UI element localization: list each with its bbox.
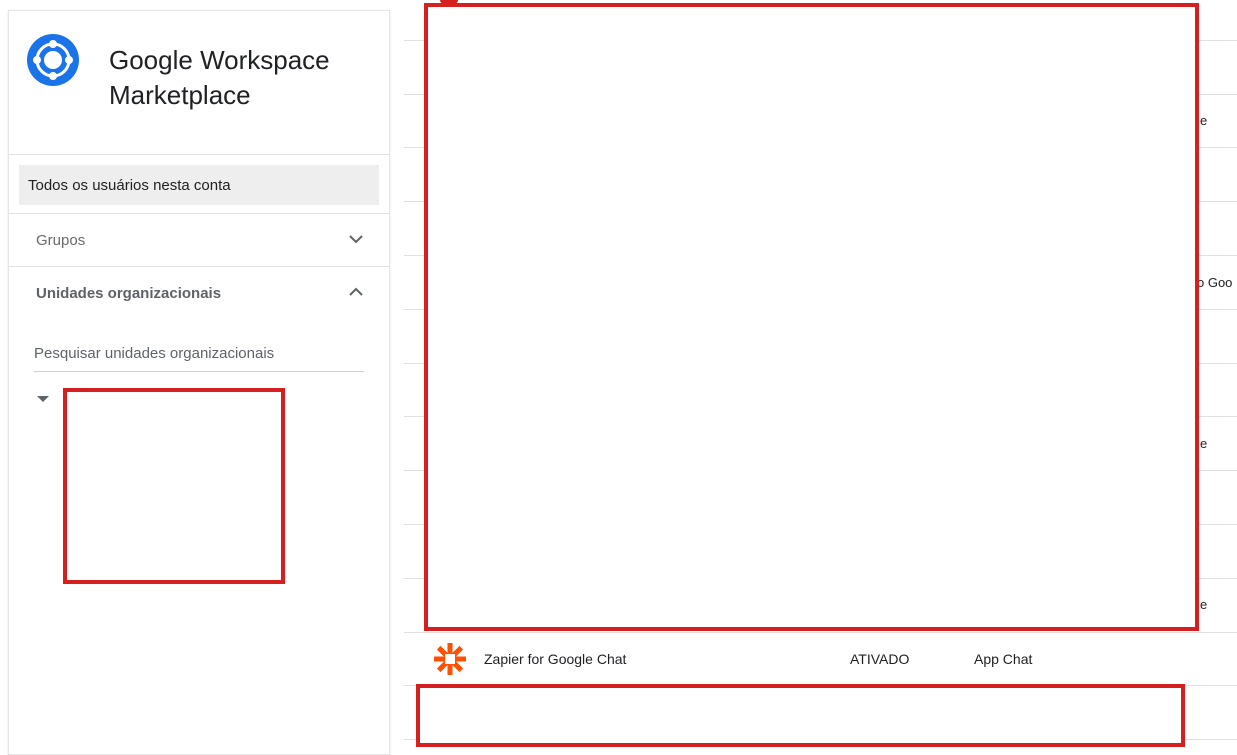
tree-expand-arrow-icon[interactable] [37,396,49,404]
chevron-up-icon[interactable] [347,283,365,301]
org-units-label: Unidades organizacionais [36,284,222,302]
app-status: ATIVADO [850,651,910,667]
truncated-cell-text: o Goo [1197,275,1233,290]
redacted-region [63,388,285,584]
groups-label: Grupos [36,231,86,249]
workspace-marketplace-logo-icon [27,34,79,86]
redacted-region [416,684,1185,747]
org-units-search-input[interactable]: Pesquisar unidades organizacionais [34,336,364,372]
chevron-down-icon[interactable] [347,230,365,248]
truncated-cell-text: e [1200,113,1208,128]
groups-section[interactable]: Grupos [9,213,389,266]
zapier-asterisk-icon [434,643,466,675]
truncated-cell-text: e [1200,597,1208,612]
app-type: App Chat [974,651,1033,667]
app-header: Google Workspace Marketplace [9,11,389,155]
left-panel: Google Workspace Marketplace Todos os us… [8,10,390,755]
all-users-item[interactable]: Todos os usuários nesta conta [19,165,379,205]
redacted-region [424,3,1199,631]
app-name[interactable]: Zapier for Google Chat [484,651,626,667]
app-title: Google Workspace Marketplace [109,45,330,110]
truncated-cell-text: e [1200,436,1208,451]
table-row[interactable]: Zapier for Google Chat ATIVADO App Chat [404,633,1237,685]
org-units-section[interactable]: Unidades organizacionais [9,266,389,319]
